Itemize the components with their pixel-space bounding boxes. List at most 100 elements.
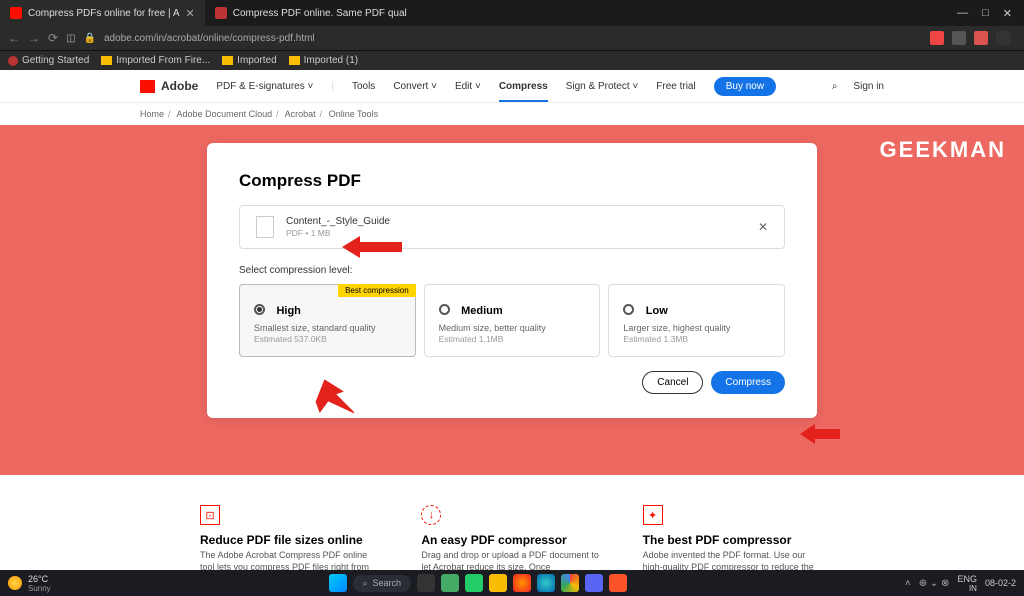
pdf-best-icon: ✦ bbox=[643, 505, 663, 525]
adobe-icon bbox=[140, 80, 155, 93]
weather-cond: Sunny bbox=[28, 584, 51, 593]
radio-icon bbox=[623, 304, 634, 315]
feature-best: ✦ The best PDF compressor Adobe invented… bbox=[643, 505, 824, 575]
discord-icon[interactable] bbox=[585, 574, 603, 592]
lock-icon: 🔒 bbox=[84, 33, 96, 44]
chevron-up-icon[interactable]: ˄ bbox=[905, 578, 911, 589]
maximize-button[interactable]: □ bbox=[982, 7, 989, 20]
url-bar[interactable]: ◫ 🔒 adobe.com/in/acrobat/online/compress… bbox=[66, 33, 922, 44]
compression-option-medium[interactable]: Medium Medium size, better quality Estim… bbox=[424, 284, 601, 357]
option-estimate: Estimated 537.0KB bbox=[254, 334, 401, 344]
feature-easy: ↓ An easy PDF compressor Drag and drop o… bbox=[421, 505, 602, 575]
folder-icon bbox=[289, 56, 300, 65]
taskbar-search[interactable]: ⌕Search bbox=[353, 575, 412, 592]
minimize-button[interactable]: — bbox=[957, 7, 968, 20]
radio-icon bbox=[439, 304, 450, 315]
extension-icon[interactable] bbox=[974, 31, 988, 45]
option-title: High bbox=[276, 305, 300, 317]
weather-temp: 26°C bbox=[28, 574, 51, 584]
start-button[interactable] bbox=[329, 574, 347, 592]
select-label: Select compression level: bbox=[239, 265, 785, 276]
nav-free-trial[interactable]: Free trial bbox=[656, 81, 695, 92]
browser-tab-1[interactable]: Compress PDF online. Same PDF qual bbox=[205, 0, 417, 26]
option-estimate: Estimated 1.1MB bbox=[439, 334, 586, 344]
tab-strip: Compress PDFs online for free | A ✕ Comp… bbox=[0, 0, 1024, 26]
nav-edit[interactable]: Edit ˅ bbox=[455, 81, 481, 92]
cancel-button[interactable]: Cancel bbox=[642, 371, 703, 394]
back-button[interactable]: ← bbox=[8, 31, 20, 45]
tab-favicon bbox=[215, 7, 227, 19]
option-desc: Medium size, better quality bbox=[439, 323, 586, 333]
reload-button[interactable]: ⟳ bbox=[48, 31, 58, 45]
system-tray[interactable]: ˄ ⊕ ⌄ ⊗ ENG IN 08-02-2 bbox=[905, 574, 1016, 593]
compress-button[interactable]: Compress bbox=[711, 371, 785, 394]
tab-favicon bbox=[10, 7, 22, 19]
task-view-button[interactable] bbox=[417, 574, 435, 592]
tray-status-icons[interactable]: ⊕ ⌄ ⊗ bbox=[919, 578, 950, 589]
chrome-icon[interactable] bbox=[561, 574, 579, 592]
bookmark-folder[interactable]: Imported bbox=[222, 55, 276, 66]
edge-icon[interactable] bbox=[537, 574, 555, 592]
tab-title: Compress PDFs online for free | A bbox=[28, 8, 180, 19]
extension-icon[interactable] bbox=[952, 31, 966, 45]
watermark-text: GEEKMAN bbox=[880, 137, 1006, 163]
file-meta: PDF • 1 MB bbox=[286, 228, 758, 238]
search-icon: ⌕ bbox=[363, 578, 368, 589]
tab-title: Compress PDF online. Same PDF qual bbox=[233, 8, 407, 19]
search-icon[interactable]: ⌕ bbox=[832, 81, 838, 92]
feature-title: Reduce PDF file sizes online bbox=[200, 533, 381, 547]
option-desc: Smallest size, standard quality bbox=[254, 323, 401, 333]
compression-option-high[interactable]: Best compression High Smallest size, sta… bbox=[239, 284, 416, 357]
taskbar-app[interactable] bbox=[465, 574, 483, 592]
firefox-icon[interactable] bbox=[513, 574, 531, 592]
feature-title: An easy PDF compressor bbox=[421, 533, 602, 547]
radio-icon bbox=[254, 304, 265, 315]
extension-icon[interactable] bbox=[930, 31, 944, 45]
nav-compress[interactable]: Compress bbox=[499, 81, 548, 102]
remove-file-button[interactable]: ✕ bbox=[758, 220, 768, 234]
download-icon: ↓ bbox=[421, 505, 441, 525]
browser-toolbar: ← → ⟳ ◫ 🔒 adobe.com/in/acrobat/online/co… bbox=[0, 26, 1024, 50]
folder-icon bbox=[101, 56, 112, 65]
bookmark-icon bbox=[8, 56, 18, 66]
weather-widget[interactable]: 26°C Sunny bbox=[8, 574, 51, 593]
reduce-size-icon: ⊡ bbox=[200, 505, 220, 525]
adobe-logo[interactable]: Adobe bbox=[140, 79, 198, 93]
buy-button[interactable]: Buy now bbox=[714, 77, 776, 96]
breadcrumb-doc-cloud[interactable]: Adobe Document Cloud bbox=[177, 109, 273, 119]
bookmark-item[interactable]: Getting Started bbox=[8, 55, 89, 66]
best-badge: Best compression bbox=[338, 284, 416, 297]
close-button[interactable]: ✕ bbox=[1003, 7, 1012, 20]
breadcrumb-online-tools[interactable]: Online Tools bbox=[329, 109, 378, 119]
close-icon[interactable]: ✕ bbox=[186, 7, 195, 20]
file-explorer-icon[interactable] bbox=[489, 574, 507, 592]
taskbar: 26°C Sunny ⌕Search ˄ ⊕ ⌄ ⊗ ENG IN 08-02-… bbox=[0, 570, 1024, 596]
bookmark-bar: Getting Started Imported From Fire... Im… bbox=[0, 50, 1024, 70]
extension-icon[interactable] bbox=[996, 31, 1010, 45]
breadcrumb-acrobat[interactable]: Acrobat bbox=[285, 109, 316, 119]
breadcrumb-home[interactable]: Home bbox=[140, 109, 164, 119]
hero-section: GEEKMAN Compress PDF Content_-_Style_Gui… bbox=[0, 125, 1024, 475]
page-content: Adobe PDF & E-signatures ˅ | Tools Conve… bbox=[0, 70, 1024, 575]
features-section: ⊡ Reduce PDF file sizes online The Adobe… bbox=[0, 475, 1024, 575]
nav-pdf-esign[interactable]: PDF & E-signatures ˅ bbox=[216, 81, 313, 92]
brave-icon[interactable] bbox=[609, 574, 627, 592]
uploaded-file: Content_-_Style_Guide PDF • 1 MB ✕ bbox=[239, 205, 785, 249]
bookmark-folder[interactable]: Imported (1) bbox=[289, 55, 358, 66]
card-title: Compress PDF bbox=[239, 171, 785, 191]
nav-convert[interactable]: Convert ˅ bbox=[393, 81, 437, 92]
sun-icon bbox=[8, 576, 22, 590]
browser-tab-0[interactable]: Compress PDFs online for free | A ✕ bbox=[0, 0, 205, 26]
url-text: adobe.com/in/acrobat/online/compress-pdf… bbox=[104, 33, 315, 44]
nav-tools[interactable]: Tools bbox=[352, 81, 375, 92]
taskbar-app[interactable] bbox=[441, 574, 459, 592]
feature-reduce: ⊡ Reduce PDF file sizes online The Adobe… bbox=[200, 505, 381, 575]
option-estimate: Estimated 1.3MB bbox=[623, 334, 770, 344]
bookmark-folder[interactable]: Imported From Fire... bbox=[101, 55, 210, 66]
adobe-nav: Adobe PDF & E-signatures ˅ | Tools Conve… bbox=[0, 70, 1024, 103]
breadcrumb: Home/ Adobe Document Cloud/ Acrobat/ Onl… bbox=[0, 103, 1024, 125]
nav-sign[interactable]: Sign & Protect ˅ bbox=[566, 81, 639, 92]
forward-button[interactable]: → bbox=[28, 31, 40, 45]
compression-option-low[interactable]: Low Larger size, highest quality Estimat… bbox=[608, 284, 785, 357]
signin-link[interactable]: Sign in bbox=[853, 81, 884, 92]
